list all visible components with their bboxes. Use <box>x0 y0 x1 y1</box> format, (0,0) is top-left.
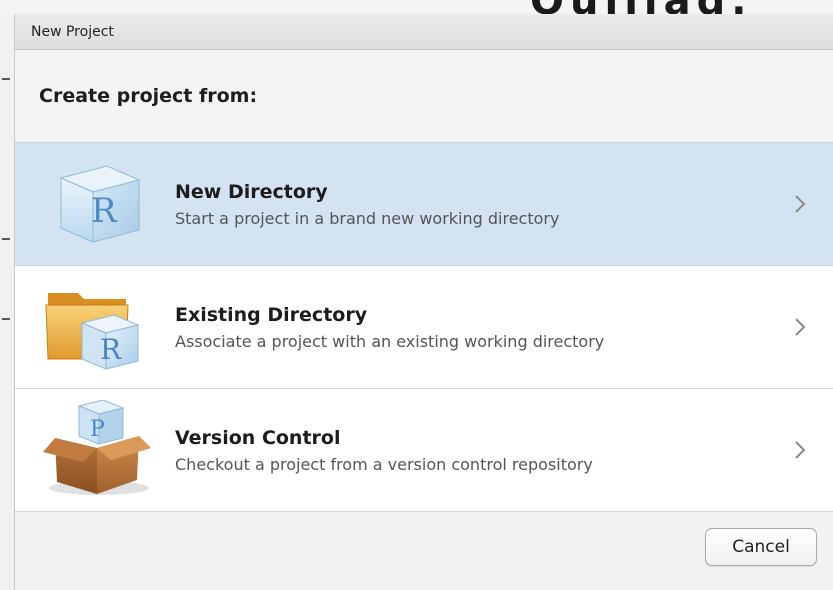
option-description: Associate a project with an existing wor… <box>175 331 605 351</box>
box-p-icon: P <box>33 400 163 500</box>
dialog-titlebar[interactable]: New Project <box>15 14 833 50</box>
new-project-dialog: New Project Create project from: R New D… <box>14 14 833 590</box>
chevron-right-icon <box>795 195 806 213</box>
option-description: Start a project in a brand new working d… <box>175 208 560 228</box>
option-existing-directory[interactable]: R Existing Directory Associate a project… <box>15 266 833 389</box>
dialog-title: New Project <box>31 23 114 40</box>
option-title: New Directory <box>175 180 328 203</box>
background-left-strip <box>0 18 14 590</box>
dialog-footer: Cancel <box>15 514 833 590</box>
screen: Ouliiad. New Project Create project from… <box>0 0 833 590</box>
chevron-right-icon <box>795 441 806 459</box>
folder-r-icon: R <box>33 277 163 377</box>
option-version-control[interactable]: P Version Control Checkout a project fro… <box>15 389 833 512</box>
chevron-right-icon <box>795 318 806 336</box>
svg-text:R: R <box>91 191 118 231</box>
option-title: Version Control <box>175 426 341 449</box>
option-description: Checkout a project from a version contro… <box>175 454 593 474</box>
dialog-heading: Create project from: <box>15 50 833 143</box>
option-title: Existing Directory <box>175 303 368 326</box>
svg-text:R: R <box>100 333 122 366</box>
project-type-list: R New Directory Start a project in a bra… <box>15 143 833 512</box>
svg-text:P: P <box>90 417 105 442</box>
option-new-directory[interactable]: R New Directory Start a project in a bra… <box>15 143 833 266</box>
r-cube-icon: R <box>33 154 163 254</box>
cancel-button[interactable]: Cancel <box>705 528 817 566</box>
